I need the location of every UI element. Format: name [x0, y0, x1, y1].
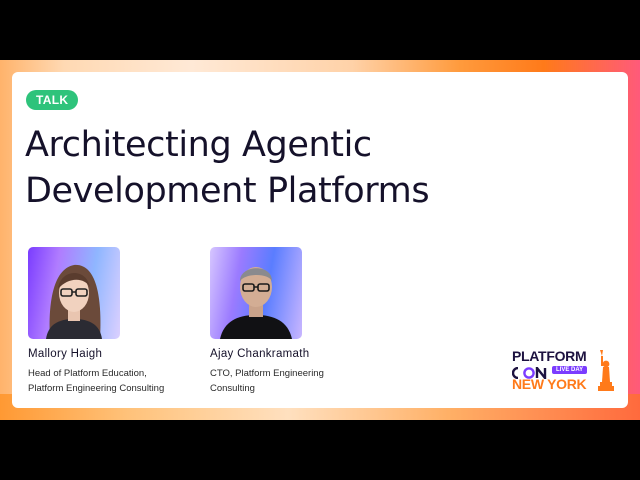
- title-line-1: Architecting Agentic: [25, 125, 372, 165]
- talk-title: Architecting Agentic Development Platfor…: [25, 122, 545, 214]
- speaker-role: Head of Platform Education, Platform Eng…: [28, 368, 165, 394]
- speaker-role: CTO, Platform Engineering Consulting: [210, 368, 324, 394]
- speaker-card-1: Mallory Haigh Head of Platform Education…: [28, 247, 228, 396]
- speaker-photo: [210, 247, 302, 339]
- title-line-2: Development Platforms: [25, 171, 430, 211]
- logo-city: NEW YORK: [512, 376, 587, 392]
- logo-platform-text: PLATFORM: [512, 348, 587, 364]
- speaker-photo: [28, 247, 120, 339]
- live-day-badge: LIVE DAY: [552, 366, 588, 374]
- platformcon-logo: PLATFORM LIVE DAY NEW YORK: [511, 348, 622, 408]
- speaker-name: Mallory Haigh: [28, 348, 103, 360]
- talk-badge: TALK: [26, 90, 79, 110]
- speaker-card-2: Ajay Chankramath CTO, Platform Engineeri…: [210, 247, 410, 396]
- slide-frame: TALK Architecting Agentic Development Pl…: [0, 60, 640, 420]
- speaker-name: Ajay Chankramath: [210, 348, 310, 360]
- statue-of-liberty-icon: [594, 348, 616, 396]
- slide-card: TALK Architecting Agentic Development Pl…: [12, 72, 628, 408]
